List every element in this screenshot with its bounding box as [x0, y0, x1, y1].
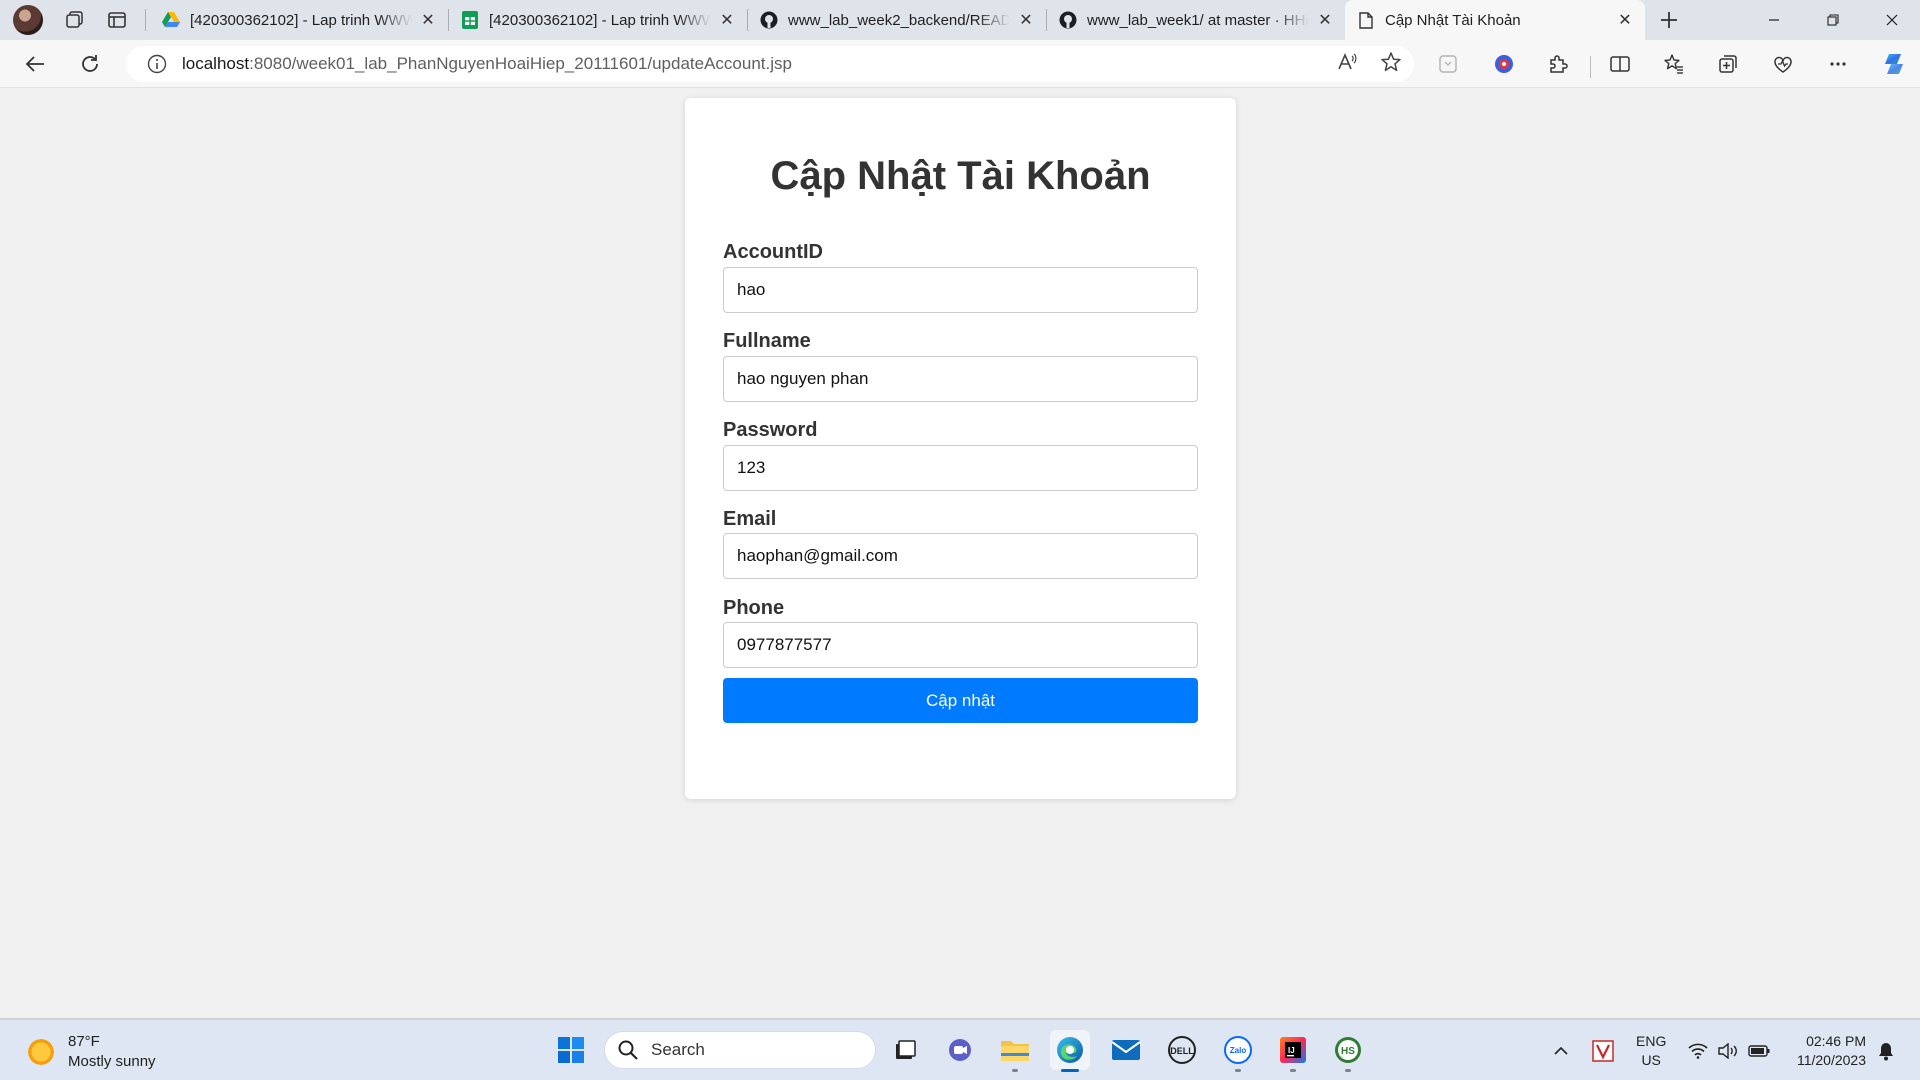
battery-icon[interactable] [1744, 1020, 1774, 1080]
svg-text:DELL: DELL [1170, 1046, 1194, 1056]
tab-title: [420300362102] - Lap trinh WWW [489, 11, 711, 29]
close-icon[interactable]: ✕ [1315, 10, 1335, 30]
notification-bell-icon[interactable] [1872, 1020, 1900, 1080]
tab-drive[interactable]: [420300362102] - Lap trinh WWW ✕ [150, 0, 448, 40]
vivaldi-tray-icon[interactable] [1588, 1020, 1618, 1080]
weather-sun-icon [26, 1037, 56, 1067]
update-button[interactable]: Cập nhật [723, 678, 1198, 723]
url-host: localhost [182, 54, 250, 73]
read-aloud-icon[interactable] [1336, 51, 1358, 78]
start-button[interactable] [551, 1030, 591, 1070]
github-icon [1059, 11, 1077, 29]
window-close-icon[interactable] [1864, 0, 1920, 40]
edge-browser-icon[interactable] [1050, 1030, 1090, 1072]
tab-title: [420300362102] - Lap trinh WWW [190, 11, 412, 29]
password-label: Password [723, 419, 818, 441]
copilot-icon[interactable] [1876, 46, 1912, 82]
restore-icon[interactable] [1805, 0, 1861, 40]
google-sheets-icon [461, 11, 479, 29]
new-tab-icon[interactable] [1651, 4, 1687, 36]
page-viewport: Cập Nhật Tài Khoản AccountID Fullname Pa… [5, 88, 1915, 1018]
split-screen-icon[interactable] [1602, 46, 1638, 82]
language-indicator[interactable]: ENG US [1636, 1032, 1666, 1070]
close-icon[interactable]: ✕ [1016, 10, 1036, 30]
password-input[interactable] [723, 445, 1198, 491]
address-bar[interactable]: localhost:8080/week01_lab_PhanNguyenHoai… [126, 46, 1414, 82]
page-title: Cập Nhật Tài Khoản [770, 154, 1151, 198]
minimize-icon[interactable] [1746, 0, 1802, 40]
site-info-icon[interactable] [146, 53, 168, 75]
search-icon [617, 1039, 639, 1061]
taskbar: 87°F Mostly sunny Search DELL Zalo IJ HS… [0, 1019, 1920, 1080]
email-label: Email [723, 508, 777, 530]
url-path: :8080/week01_lab_PhanNguyenHoaiHiep_2011… [249, 54, 792, 73]
task-view-icon[interactable] [885, 1030, 925, 1070]
email-input[interactable] [723, 533, 1198, 579]
close-icon[interactable]: ✕ [1615, 10, 1635, 30]
file-explorer-icon[interactable] [995, 1030, 1035, 1072]
accountid-label: AccountID [723, 241, 823, 263]
hs-app-icon[interactable]: HS [1328, 1030, 1368, 1072]
back-icon[interactable] [15, 46, 55, 82]
profile-avatar[interactable] [13, 5, 43, 35]
svg-text:Zalo: Zalo [1230, 1046, 1247, 1055]
teams-chat-icon[interactable] [940, 1030, 980, 1070]
refresh-icon[interactable] [70, 46, 110, 82]
svg-text:IJ: IJ [1288, 1046, 1295, 1055]
language-code: ENG [1636, 1033, 1667, 1049]
extensions-puzzle-icon[interactable] [1540, 46, 1576, 82]
tab-github-week2[interactable]: www_lab_week2_backend/README ✕ [748, 0, 1046, 40]
close-icon[interactable]: ✕ [717, 10, 737, 30]
page-icon [1357, 11, 1375, 29]
extension-globe-icon[interactable] [1486, 46, 1522, 82]
intellij-icon[interactable]: IJ [1273, 1030, 1313, 1072]
clock-time: 02:46 PM [1806, 1033, 1866, 1049]
tab-actions-icon[interactable] [99, 4, 135, 36]
svg-text:HS: HS [1341, 1046, 1355, 1057]
phone-input[interactable] [723, 622, 1198, 668]
clock-date: 11/20/2023 [1796, 1052, 1866, 1068]
more-options-icon[interactable] [1820, 46, 1856, 82]
weather-widget[interactable]: 87°F Mostly sunny [26, 1032, 156, 1072]
fullname-input[interactable] [723, 356, 1198, 402]
url-text: localhost:8080/week01_lab_PhanNguyenHoai… [182, 54, 792, 74]
language-region: US [1641, 1052, 1661, 1068]
volume-icon[interactable] [1714, 1020, 1742, 1080]
github-icon [760, 11, 778, 29]
tab-update-account[interactable]: Cập Nhật Tài Khoản ✕ [1345, 0, 1645, 40]
weather-temp: 87°F [68, 1033, 100, 1050]
collections-icon[interactable] [1710, 46, 1746, 82]
favorites-icon[interactable] [1656, 46, 1692, 82]
search-label: Search [651, 1040, 705, 1059]
workspaces-icon[interactable] [57, 4, 93, 36]
fullname-label: Fullname [723, 330, 811, 352]
close-icon[interactable]: ✕ [418, 10, 438, 30]
browser-essentials-icon[interactable] [1765, 46, 1801, 82]
tab-title: www_lab_week1/ at master · HHie [1087, 11, 1309, 29]
show-hidden-icons-icon[interactable] [1546, 1020, 1576, 1080]
tab-sheets[interactable]: [420300362102] - Lap trinh WWW ✕ [449, 0, 747, 40]
update-account-form: Cập Nhật Tài Khoản AccountID Fullname Pa… [685, 98, 1236, 799]
accountid-input[interactable] [723, 267, 1198, 313]
tab-strip: [420300362102] - Lap trinh WWW ✕ [420300… [0, 0, 1920, 40]
mail-icon[interactable] [1106, 1030, 1146, 1070]
browser-toolbar: localhost:8080/week01_lab_PhanNguyenHoai… [0, 40, 1920, 88]
dell-icon[interactable]: DELL [1162, 1030, 1202, 1070]
phone-label: Phone [723, 597, 785, 619]
taskbar-search[interactable]: Search [604, 1031, 876, 1069]
system-clock[interactable]: 02:46 PM 11/20/2023 [1797, 1032, 1866, 1070]
tab-title: www_lab_week2_backend/README [788, 11, 1010, 29]
tab-title: Cập Nhật Tài Khoản [1385, 11, 1521, 29]
extension-shield-icon[interactable] [1430, 46, 1466, 82]
tab-github-week1[interactable]: www_lab_week1/ at master · HHie ✕ [1047, 0, 1345, 40]
weather-condition: Mostly sunny [68, 1053, 156, 1070]
zalo-icon[interactable]: Zalo [1218, 1030, 1258, 1072]
wifi-icon[interactable] [1684, 1020, 1712, 1080]
favorite-star-icon[interactable] [1380, 51, 1402, 78]
google-drive-icon [162, 11, 180, 29]
